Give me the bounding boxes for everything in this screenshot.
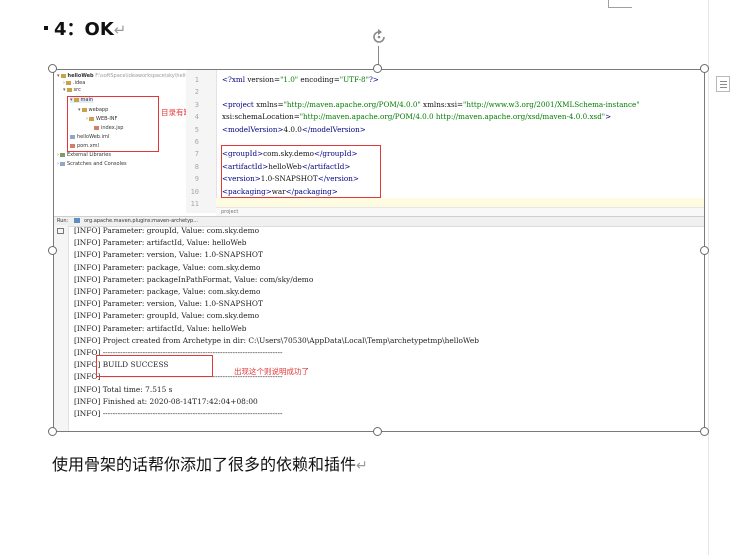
line-number: 9 xyxy=(194,175,199,184)
line-number: 3 xyxy=(194,100,199,109)
tree-node[interactable]: › .idea xyxy=(63,80,85,86)
code-line[interactable]: <modelVersion>4.0.0</modelVersion> xyxy=(222,125,366,134)
maven-icon xyxy=(74,218,80,223)
line-number: 1 xyxy=(194,76,199,84)
paragraph-mark: ↵ xyxy=(113,21,127,39)
console-annotation: 出现这个则说明成功了 xyxy=(234,367,309,376)
embedded-screenshot[interactable]: ▾ helloWeb F:\softSpace\ideaworkspace\sky… xyxy=(53,69,705,432)
resize-handle-top-right[interactable] xyxy=(700,64,709,73)
folder-icon xyxy=(66,80,71,85)
code-line[interactable]: <project xmlns="http://maven.apache.org/… xyxy=(222,100,640,109)
tree-node[interactable]: › External Libraries xyxy=(57,152,111,158)
tree-highlight-box xyxy=(67,96,159,152)
current-line-highlight xyxy=(216,198,704,207)
layout-options-button[interactable] xyxy=(716,76,730,92)
console-line: [INFO] Parameter: version, Value: 1.0-SN… xyxy=(74,299,263,309)
console-line: [INFO] Parameter: package, Value: com.sk… xyxy=(74,287,261,296)
console-line: [INFO] Total time: 7.515 s xyxy=(74,384,173,394)
resize-handle-top-left[interactable] xyxy=(48,64,57,73)
resize-handle-left[interactable] xyxy=(48,246,57,255)
code-line[interactable]: <?xml version="1.0" encoding="UTF-8"?> xyxy=(222,75,379,84)
code-line[interactable]: xsi:schemaLocation="http://maven.apache.… xyxy=(222,112,611,121)
line-number: 8 xyxy=(194,162,199,171)
heading-text: 4：OK xyxy=(54,19,114,40)
tree-node[interactable]: ▾ src xyxy=(63,87,81,93)
folder-icon xyxy=(60,73,66,78)
console-line: [INFO] Parameter: artifactId, Value: hel… xyxy=(74,238,247,248)
page-corner-mark xyxy=(608,7,632,8)
page-edge xyxy=(708,0,709,555)
console-line: [INFO] Parameter: package, Value: com.sk… xyxy=(74,262,261,272)
caption-text: 使用骨架的话帮你添加了很多的依赖和插件 xyxy=(52,455,357,474)
paragraph-mark: ↵ xyxy=(356,458,368,474)
console-line: [INFO] Project created from Archetype in… xyxy=(74,335,480,345)
section-heading: 4：OK↵ xyxy=(44,15,126,41)
tree-node[interactable]: › Scratches and Consoles xyxy=(57,161,127,167)
line-number: 2 xyxy=(194,88,199,97)
line-number: 6 xyxy=(194,138,199,146)
resize-handle-bottom[interactable] xyxy=(373,427,382,436)
console-toolbar xyxy=(54,225,69,431)
console-tool-icon[interactable] xyxy=(57,228,64,234)
caption-paragraph: 使用骨架的话帮你添加了很多的依赖和插件↵ xyxy=(52,451,368,475)
line-number: 4 xyxy=(194,113,199,122)
library-icon xyxy=(60,152,65,157)
pom-highlight-box xyxy=(221,145,381,198)
line-number: 7 xyxy=(194,150,199,159)
console-line: [INFO] Parameter: packageInPathFormat, V… xyxy=(74,274,314,284)
folder-icon xyxy=(66,87,72,92)
console-line: [INFO] Parameter: groupId, Value: com.sk… xyxy=(74,311,260,321)
resize-handle-right[interactable] xyxy=(700,246,709,255)
console-line: [INFO] Parameter: artifactId, Value: hel… xyxy=(74,323,247,333)
run-tab-label[interactable]: Run: xyxy=(57,218,68,224)
bullet-icon xyxy=(44,26,48,30)
line-number: 10 xyxy=(190,187,199,196)
resize-handle-bottom-right[interactable] xyxy=(700,427,709,436)
scratch-icon xyxy=(60,161,65,166)
line-number: 11 xyxy=(190,200,199,208)
build-success-box xyxy=(96,355,213,377)
console-line: [INFO] Parameter: version, Value: 1.0-SN… xyxy=(74,250,263,260)
tree-node[interactable]: ▾ helloWeb F:\softSpace\ideaworkspace\sky… xyxy=(57,73,199,79)
console-line: [INFO] Finished at: 2020-08-14T17:42:04+… xyxy=(74,396,258,406)
breadcrumb-text: project xyxy=(221,209,239,215)
console-line: [INFO] ---------------------------------… xyxy=(74,409,283,418)
line-number: 5 xyxy=(194,125,199,134)
resize-handle-top[interactable] xyxy=(373,64,382,73)
rotate-handle-icon[interactable] xyxy=(370,28,388,46)
resize-handle-bottom-left[interactable] xyxy=(48,427,57,436)
console-line: [INFO] Parameter: groupId, Value: com.sk… xyxy=(74,226,260,235)
run-config-tab[interactable]: org.apache.maven.plugins:maven-archetyp.… xyxy=(84,218,198,224)
